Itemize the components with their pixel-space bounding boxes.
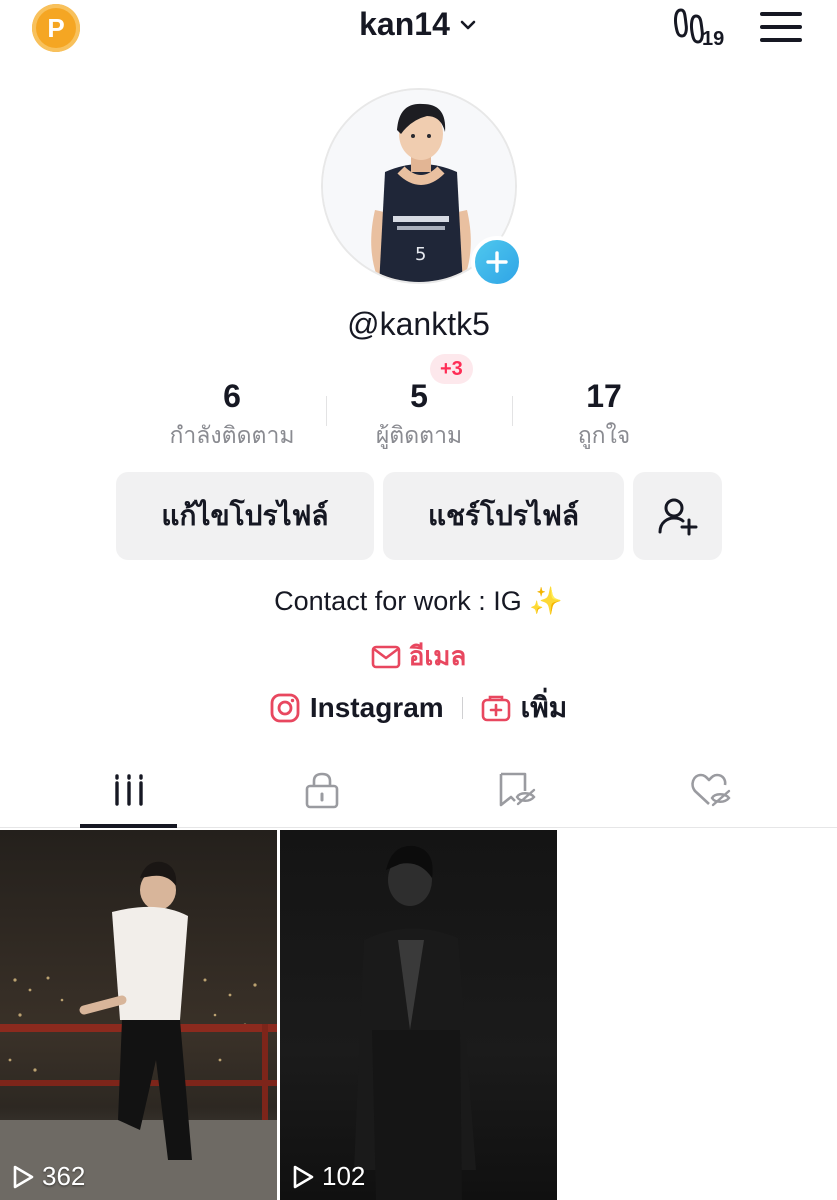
view-count: 102 [292,1161,365,1192]
email-link[interactable]: อีเมล [0,636,837,677]
following-count: 6 [223,378,241,414]
email-label: อีเมล [408,641,467,671]
share-profile-button[interactable]: แชร์โปรไฟล์ [383,472,624,560]
stat-followers[interactable]: 5 ผู้ติดตาม [319,376,519,454]
username: kan14 [359,6,450,42]
link-divider [461,697,463,719]
video-thumbnail-image [0,861,277,1200]
add-user-icon [658,498,697,536]
following-label: กำลังติดตาม [169,422,295,448]
add-friends-button[interactable] [633,472,722,560]
lock-icon [305,772,339,809]
profile-handle: @kanktk5 [347,306,490,342]
add-link-label: เพิ่ม [520,692,568,723]
likes-count: 17 [586,378,622,414]
tab-liked[interactable] [605,752,815,828]
edit-profile-button[interactable]: แก้ไขโปรไฟล์ [116,472,374,560]
add-link-button[interactable]: เพิ่ม [481,686,567,730]
active-tab-indicator [80,824,177,828]
profile-tabs [0,752,837,828]
add-avatar-button[interactable] [471,236,523,288]
grid-icon [115,774,143,806]
mail-icon [371,645,401,668]
play-icon [293,1165,314,1188]
view-count: 362 [12,1161,85,1192]
followers-label: ผู้ติดตาม [375,422,463,448]
stat-likes[interactable]: 17 ถูกใจ [504,376,704,454]
view-count-value: 362 [42,1161,86,1191]
profile-links: Instagram เพิ่ม [0,686,837,730]
account-switcher-button[interactable]: kan14 [359,6,478,43]
hidden-heart-icon [691,773,731,807]
activity-count: 19 [702,28,725,50]
video-thumbnail-image [354,845,476,1200]
followers-count: 5 [410,378,428,414]
plus-icon [486,251,508,273]
tab-reposts[interactable] [412,752,622,828]
footprint-icon [674,8,704,44]
stat-following[interactable]: 6 กำลังติดตาม [132,376,332,454]
bio-text: Contact for work : IG ✨ [274,586,563,616]
instagram-icon [270,693,300,723]
likes-label: ถูกใจ [577,422,631,448]
video-thumbnail[interactable]: 102 [280,830,557,1200]
video-thumbnail[interactable]: 362 [0,830,277,1200]
view-count-value: 102 [322,1161,366,1191]
activity-button[interactable]: 19 [672,6,732,50]
tab-videos[interactable] [24,752,234,828]
top-bar: P kan14 19 [0,0,837,60]
add-link-icon [481,695,510,722]
instagram-link[interactable]: Instagram [270,692,444,724]
instagram-label: Instagram [309,692,444,723]
hidden-bookmark-icon [499,772,536,807]
chevron-down-icon [460,20,476,29]
play-icon [13,1165,34,1188]
menu-icon[interactable] [760,12,802,42]
svg-text:5: 5 [415,244,426,265]
tab-private[interactable] [217,752,427,828]
